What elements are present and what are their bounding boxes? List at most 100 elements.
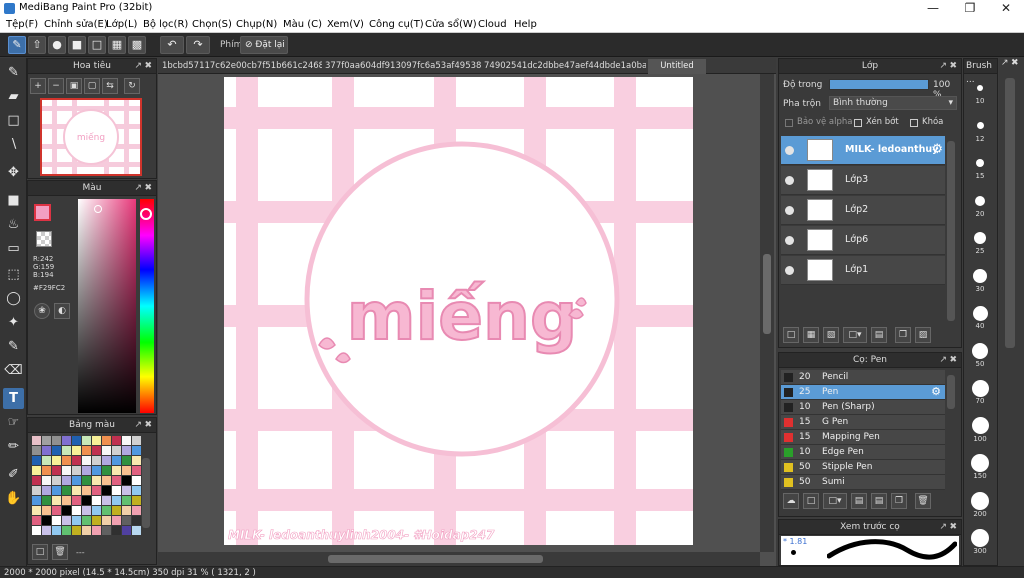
visibility-icon[interactable]	[785, 176, 794, 185]
palette-swatch[interactable]	[102, 456, 111, 465]
palette-swatch[interactable]	[102, 496, 111, 505]
brush-size-item[interactable]: 150	[967, 454, 993, 480]
copy-brush-icon[interactable]: ❐	[891, 493, 907, 509]
palette-swatch[interactable]	[132, 436, 141, 445]
panel-close-icon[interactable]: ✖	[949, 353, 957, 367]
palette-swatch[interactable]	[92, 436, 101, 445]
brush-size-item[interactable]: 30	[967, 267, 993, 293]
transparent-swatch[interactable]	[36, 231, 52, 247]
gear-icon[interactable]: ⚙	[931, 142, 943, 157]
palette-swatch[interactable]	[92, 506, 101, 515]
brush-item[interactable]: 10 Edge Pen	[781, 445, 945, 460]
palette-swatch[interactable]	[52, 476, 61, 485]
palette-swatch[interactable]	[132, 506, 141, 515]
palette-swatch[interactable]	[92, 466, 101, 475]
menu-filter[interactable]: Bộ lọc(R)	[143, 19, 188, 30]
brush-size-item[interactable]: 15	[967, 154, 993, 180]
palette-swatch[interactable]	[82, 486, 91, 495]
operation-tool-icon[interactable]: ☞	[3, 412, 24, 433]
menu-cloud[interactable]: Cloud	[478, 19, 507, 30]
palette-swatch[interactable]	[52, 526, 61, 535]
palette-swatch[interactable]	[32, 456, 41, 465]
tab-document-1[interactable]: 1bcbd57117c62e00cb7f51b661c24686.jpg	[158, 59, 322, 74]
palette-swatch[interactable]	[92, 516, 101, 525]
duplicate-layer-icon[interactable]: ❐	[895, 327, 911, 343]
text-tool-icon[interactable]: T	[3, 388, 24, 409]
rotate-icon[interactable]: ↻	[124, 78, 140, 94]
move-tool-icon[interactable]: ✥	[3, 162, 24, 183]
grid-icon[interactable]: ▩	[128, 36, 146, 54]
palette-swatch[interactable]	[92, 526, 101, 535]
add-palette-icon[interactable]: □	[32, 544, 48, 560]
menu-file[interactable]: Tệp(F)	[6, 19, 38, 30]
select-eraser-tool-icon[interactable]: ⌫	[3, 360, 24, 381]
palette-swatch[interactable]	[112, 436, 121, 445]
palette-swatch[interactable]	[42, 526, 51, 535]
magic-wand-tool-icon[interactable]: ✦	[3, 312, 24, 333]
eraser-tool-icon[interactable]: ▰	[3, 86, 24, 107]
palette-swatch[interactable]	[112, 486, 121, 495]
palette-swatch[interactable]	[52, 456, 61, 465]
palette-swatch[interactable]	[102, 436, 111, 445]
panel-close-icon[interactable]: ✖	[1011, 58, 1019, 68]
layer-row[interactable]: Lớp1	[781, 256, 945, 285]
palette-swatch[interactable]	[42, 456, 51, 465]
palette-swatch[interactable]	[32, 486, 41, 495]
brush-size-item[interactable]: 200	[967, 491, 993, 518]
palette-swatch[interactable]	[72, 456, 81, 465]
palette-swatch[interactable]	[52, 466, 61, 475]
palette-swatch[interactable]	[132, 496, 141, 505]
rectangle-tool-icon[interactable]: □	[3, 110, 24, 131]
palette-swatch[interactable]	[52, 486, 61, 495]
brush-item[interactable]: 15 G Pen	[781, 415, 945, 430]
layer-scrollbar[interactable]	[947, 141, 955, 321]
upload-icon[interactable]: ⇧	[28, 36, 46, 54]
merge-layer-icon[interactable]: ▨	[915, 327, 931, 343]
palette-swatch[interactable]	[122, 436, 131, 445]
drawing-canvas[interactable]: miếng MILK- ledoanthuylinh2004- #Hoidap2…	[224, 77, 693, 545]
float-icon[interactable]: ↗	[134, 418, 142, 432]
palette-swatch[interactable]	[92, 446, 101, 455]
palette-swatch[interactable]	[42, 516, 51, 525]
palette-swatch[interactable]	[122, 526, 131, 535]
palette-swatch[interactable]	[72, 486, 81, 495]
visibility-icon[interactable]	[785, 146, 794, 155]
palette-swatch[interactable]	[62, 456, 71, 465]
palette-swatch[interactable]	[122, 476, 131, 485]
menu-view[interactable]: Xem(V)	[327, 19, 364, 30]
menu-help[interactable]: Help	[514, 19, 537, 30]
new-halftone-layer-icon[interactable]: ▦	[803, 327, 819, 343]
palette-swatch[interactable]	[42, 506, 51, 515]
float-icon[interactable]: ↗	[939, 59, 947, 73]
zoom-out-icon[interactable]: −	[48, 78, 64, 94]
blur-tool-icon[interactable]: ✏	[3, 436, 24, 457]
brush-item[interactable]: 25 Pen ⚙	[781, 385, 945, 400]
brush-tool-icon[interactable]: ✎	[3, 62, 24, 83]
fill-shape-tool-icon[interactable]: ■	[3, 190, 24, 211]
dot-brush-tool-icon[interactable]: ∖	[3, 134, 24, 155]
palette-swatch[interactable]	[122, 486, 131, 495]
palette-swatch[interactable]	[82, 436, 91, 445]
brush-mode-icon[interactable]: ✎	[8, 36, 26, 54]
palette-swatch[interactable]	[42, 466, 51, 475]
palette-swatch[interactable]	[132, 476, 141, 485]
brush-size-item[interactable]: 12	[967, 117, 993, 143]
panel-close-icon[interactable]: ✖	[949, 59, 957, 73]
clipping-checkbox[interactable]	[854, 119, 862, 127]
panel-icon[interactable]: ▦	[108, 36, 126, 54]
menu-color[interactable]: Màu (C)	[283, 19, 322, 30]
palette-swatch[interactable]	[82, 526, 91, 535]
delete-palette-icon[interactable]: 🗑	[52, 544, 68, 560]
palette-swatch[interactable]	[82, 476, 91, 485]
lasso-tool-icon[interactable]: ◯	[3, 288, 24, 309]
brush-size-item[interactable]: 20	[967, 192, 993, 218]
palette-swatch[interactable]	[62, 506, 71, 515]
add-brush-menu-icon[interactable]: □▾	[823, 493, 847, 509]
palette-swatch[interactable]	[112, 516, 121, 525]
brush-item[interactable]: 10 Pen (Sharp)	[781, 400, 945, 415]
palette-swatch[interactable]	[72, 436, 81, 445]
palette-swatch[interactable]	[92, 496, 101, 505]
palette-swatch[interactable]	[102, 526, 111, 535]
palette-swatch[interactable]	[82, 496, 91, 505]
brush-folder-icon[interactable]: ▤	[851, 493, 867, 509]
